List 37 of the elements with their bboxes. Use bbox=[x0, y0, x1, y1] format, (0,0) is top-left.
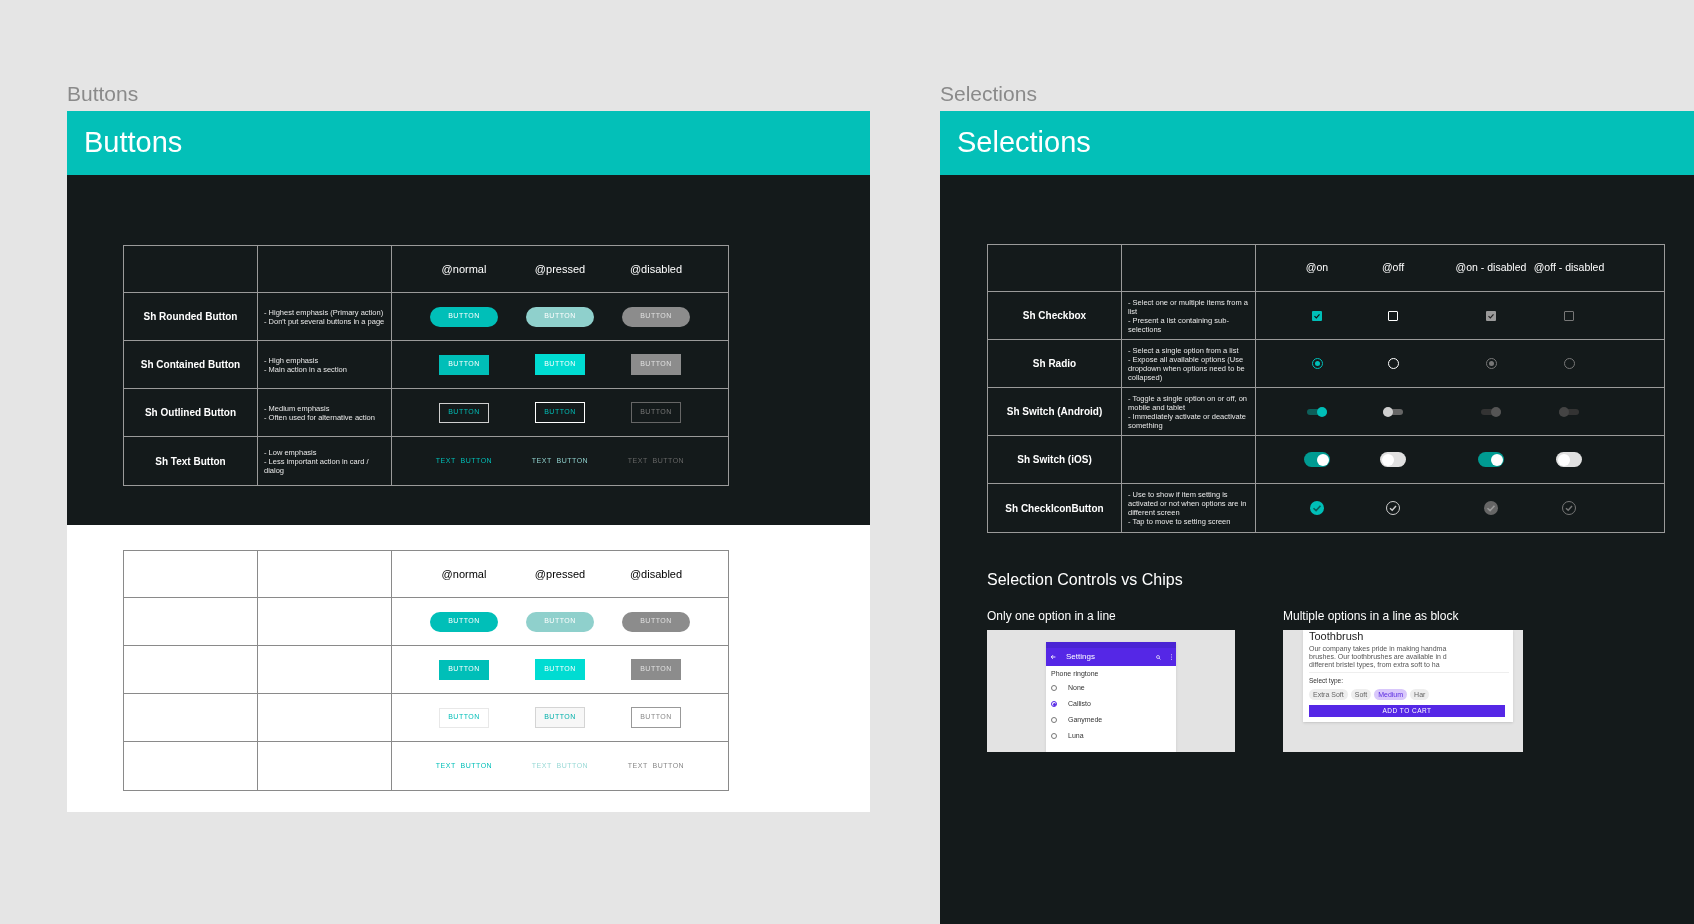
column-header: @on - disabled bbox=[1455, 260, 1527, 276]
example-caption: Only one option in a line bbox=[987, 608, 1117, 625]
toggle-switch[interactable] bbox=[1383, 406, 1403, 417]
frame-label: Selections bbox=[940, 81, 1038, 107]
column-header: @off bbox=[1381, 260, 1405, 276]
check-circle-icon[interactable] bbox=[1310, 501, 1324, 515]
frame-label: Buttons bbox=[67, 81, 140, 107]
column-header: @disabled bbox=[629, 261, 683, 277]
component-name: Sh CheckIconButton bbox=[1005, 501, 1104, 516]
component-name: Sh Contained Button bbox=[140, 358, 241, 372]
toggle-switch[interactable] bbox=[1307, 406, 1327, 417]
app-title: Settings bbox=[1066, 651, 1096, 663]
component-name: Sh Text Button bbox=[155, 454, 226, 469]
component-name: Sh Switch (Android) bbox=[1006, 405, 1103, 419]
search-icon bbox=[1155, 654, 1161, 660]
toggle-switch[interactable] bbox=[1304, 452, 1330, 467]
column-header: @pressed bbox=[534, 261, 586, 277]
column-header: @pressed bbox=[534, 566, 586, 582]
column-header: @normal bbox=[441, 261, 487, 277]
card-title: Toothbrush bbox=[1309, 630, 1365, 643]
back-arrow-icon bbox=[1050, 654, 1056, 660]
checkbox[interactable] bbox=[1312, 310, 1322, 321]
column-header: @on bbox=[1305, 260, 1329, 276]
component-name: Sh Outlined Button bbox=[144, 406, 237, 420]
section-title: Selection Controls vs Chips bbox=[987, 570, 1184, 590]
example-caption: Multiple options in a line as block bbox=[1283, 608, 1460, 625]
component-name: Sh Switch (iOS) bbox=[1017, 453, 1092, 467]
radio-button[interactable] bbox=[1051, 701, 1057, 707]
column-header: @off - disabled bbox=[1533, 260, 1605, 276]
component-name: Sh Rounded Button bbox=[143, 310, 238, 324]
component-name: Sh Checkbox bbox=[1022, 309, 1087, 323]
toggle-switch[interactable] bbox=[1380, 452, 1406, 467]
column-header: @disabled bbox=[629, 566, 683, 582]
component-name: Sh Radio bbox=[1032, 357, 1077, 371]
frame-title: Buttons bbox=[84, 125, 183, 161]
frame-title: Selections bbox=[957, 125, 1091, 161]
column-header: @normal bbox=[441, 566, 487, 582]
